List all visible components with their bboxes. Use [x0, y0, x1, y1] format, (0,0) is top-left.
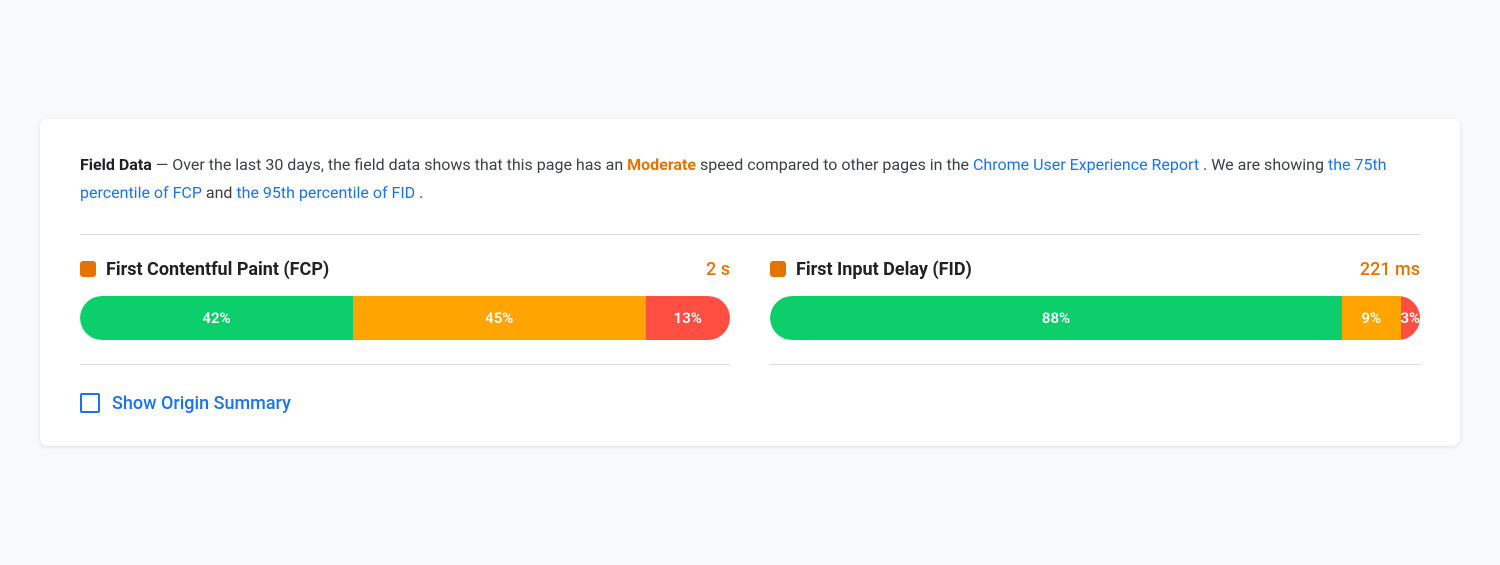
field-data-description: Field Data — Over the last 30 days, the … [80, 151, 1420, 205]
fid-metric-block: First Input Delay (FID) 221 ms 88% 9% 3% [770, 259, 1420, 365]
fcp-progress-bar: 42% 45% 13% [80, 296, 730, 340]
main-container: Field Data — Over the last 30 days, the … [40, 119, 1460, 445]
description-part-1: — Over the last 30 days, the field data … [156, 155, 627, 174]
fid-percentile-link[interactable]: the 95th percentile of FID [236, 183, 415, 202]
metrics-row: First Contentful Paint (FCP) 2 s 42% 45%… [80, 259, 1420, 365]
fid-title: First Input Delay (FID) [796, 259, 1360, 280]
fid-progress-bar: 88% 9% 3% [770, 296, 1420, 340]
fcp-bar-green: 42% [80, 296, 353, 340]
fcp-bar-red: 13% [646, 296, 731, 340]
fid-bar-orange: 9% [1342, 296, 1401, 340]
fcp-icon [80, 261, 96, 277]
fid-icon [770, 261, 786, 277]
fcp-value: 2 s [706, 259, 730, 280]
description-part-4: and [206, 183, 237, 202]
description-part-2: speed compared to other pages in the [700, 155, 973, 174]
chrome-report-link[interactable]: Chrome User Experience Report [973, 155, 1199, 174]
show-origin-label[interactable]: Show Origin Summary [112, 393, 291, 414]
fcp-metric-header: First Contentful Paint (FCP) 2 s [80, 259, 730, 280]
description-part-5: . [419, 183, 423, 202]
show-origin-section: Show Origin Summary [80, 393, 1420, 414]
fcp-metric-block: First Contentful Paint (FCP) 2 s 42% 45%… [80, 259, 730, 365]
top-divider [80, 234, 1420, 235]
fid-value: 221 ms [1360, 259, 1420, 280]
fid-bar-red: 3% [1401, 296, 1421, 340]
fid-bar-green: 88% [770, 296, 1342, 340]
fcp-title: First Contentful Paint (FCP) [106, 259, 706, 280]
fid-metric-header: First Input Delay (FID) 221 ms [770, 259, 1420, 280]
description-part-3: . We are showing [1203, 155, 1328, 174]
field-data-title: Field Data [80, 155, 152, 174]
moderate-label: Moderate [627, 155, 696, 174]
show-origin-checkbox[interactable] [80, 393, 100, 413]
fcp-bar-orange: 45% [353, 296, 646, 340]
